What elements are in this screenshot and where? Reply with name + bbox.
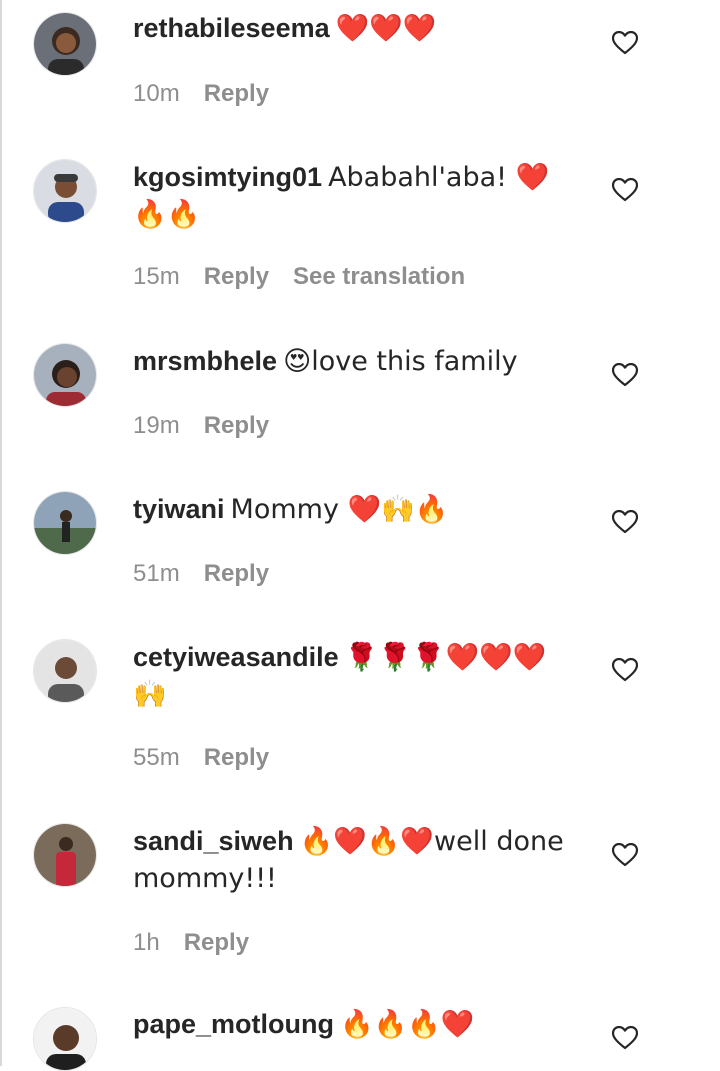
comment-username[interactable]: kgosimtying01: [133, 162, 322, 192]
comment-text: pape_motloung 🔥🔥🔥❤️: [133, 1006, 573, 1043]
reply-button[interactable]: Reply: [204, 263, 269, 291]
avatar[interactable]: [33, 491, 97, 555]
avatar[interactable]: [33, 159, 97, 223]
comment-body: Mommy ❤️🙌🔥: [230, 494, 449, 525]
comment-username[interactable]: rethabileseema: [133, 13, 330, 43]
heart-outline-icon[interactable]: [612, 843, 638, 867]
avatar[interactable]: [33, 12, 97, 76]
comment-text: cetyiweasandile 🌹🌹🌹❤️❤️❤️🙌: [133, 639, 573, 713]
left-border: [0, 0, 2, 1066]
avatar[interactable]: [33, 1007, 97, 1071]
avatar[interactable]: [33, 823, 97, 887]
comment-time: 1h: [133, 929, 160, 956]
comment-text: tyiwani Mommy ❤️🙌🔥: [133, 491, 573, 528]
reply-button[interactable]: Reply: [204, 744, 269, 772]
reply-button[interactable]: Reply: [184, 929, 249, 957]
comment-username[interactable]: sandi_siweh: [133, 826, 294, 856]
heart-outline-icon[interactable]: [612, 363, 638, 387]
reply-button[interactable]: Reply: [204, 412, 269, 440]
avatar[interactable]: [33, 343, 97, 407]
heart-outline-icon[interactable]: [612, 31, 638, 55]
avatar[interactable]: [33, 639, 97, 703]
comment-username[interactable]: pape_motloung: [133, 1009, 334, 1039]
heart-outline-icon[interactable]: [612, 658, 638, 682]
comment-meta: 15m Reply See translation: [133, 263, 465, 291]
comment-meta: 51m Reply: [133, 560, 293, 588]
comment-time: 19m: [133, 412, 180, 439]
comment-meta: 55m Reply: [133, 744, 293, 772]
heart-outline-icon[interactable]: [612, 1026, 638, 1050]
comment-text: rethabileseema ❤️❤️❤️: [133, 10, 573, 47]
comment-body: 🔥🔥🔥❤️: [340, 1009, 475, 1040]
comment-meta: 10m Reply: [133, 80, 293, 108]
comment-body: ❤️❤️❤️: [335, 13, 437, 44]
comment-username[interactable]: tyiwani: [133, 494, 225, 524]
comment-meta: 1h Reply: [133, 929, 273, 957]
comment-time: 15m: [133, 263, 180, 290]
reply-button[interactable]: Reply: [204, 560, 269, 588]
comment-time: 51m: [133, 560, 180, 587]
comment-username[interactable]: cetyiweasandile: [133, 642, 339, 672]
comment-meta: 19m Reply: [133, 412, 293, 440]
heart-outline-icon[interactable]: [612, 510, 638, 534]
comment-username[interactable]: mrsmbhele: [133, 346, 277, 376]
comment-text: kgosimtying01 Ababahl'aba! ❤️🔥🔥: [133, 159, 573, 233]
comment-body: 😍love this family: [283, 346, 518, 377]
comment-time: 55m: [133, 744, 180, 771]
reply-button[interactable]: Reply: [204, 80, 269, 108]
heart-outline-icon[interactable]: [612, 178, 638, 202]
see-translation-button[interactable]: See translation: [293, 263, 465, 291]
comment-text: sandi_siweh 🔥❤️🔥❤️well done mommy!!!: [133, 823, 573, 897]
comment-time: 10m: [133, 80, 180, 107]
comment-text: mrsmbhele 😍love this family: [133, 343, 573, 380]
